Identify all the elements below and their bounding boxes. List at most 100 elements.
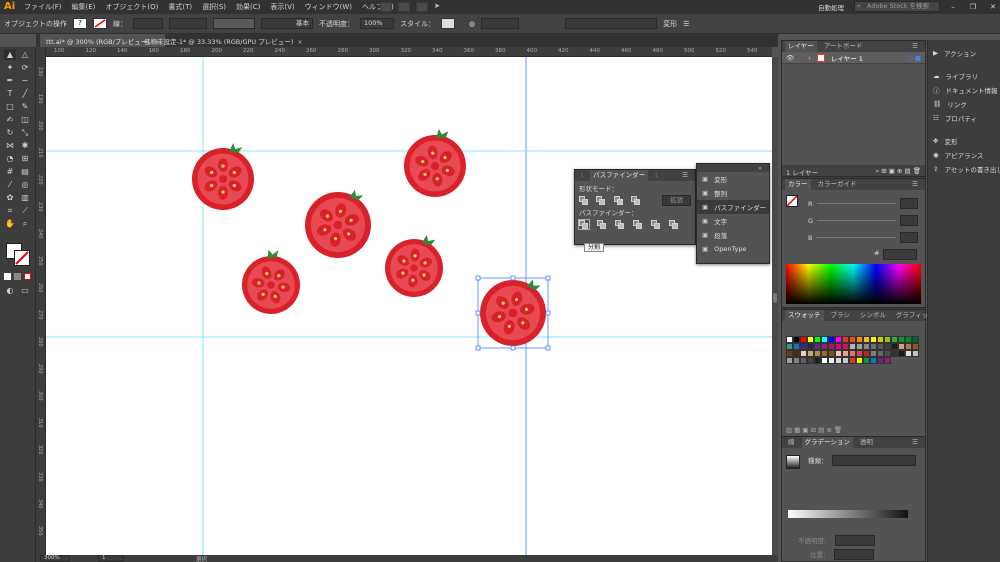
- panel-menu-icon[interactable]: ☰: [679, 170, 691, 181]
- collapse-icon[interactable]: »: [755, 164, 765, 172]
- swatch[interactable]: [884, 350, 891, 357]
- layer-name[interactable]: レイヤー 1: [831, 53, 863, 63]
- restore-icon[interactable]: ❐: [966, 3, 980, 11]
- swatch[interactable]: [800, 357, 807, 364]
- swatch[interactable]: [821, 350, 828, 357]
- stock-search-input[interactable]: ⌕ Adobe Stock を検索: [854, 1, 940, 12]
- horizontal-ruler[interactable]: 100 120 140 160 180 200 220 240 260 280 300 320 340 3…: [46, 47, 772, 57]
- tab-symbols[interactable]: シンボル: [857, 310, 889, 321]
- gradient-preview[interactable]: [786, 455, 800, 469]
- brush-field[interactable]: [213, 18, 255, 29]
- tab-align-icon[interactable]: ⁝: [652, 170, 660, 181]
- recolor-icon[interactable]: ◍: [469, 20, 475, 28]
- graph-tool-icon[interactable]: ▥: [19, 192, 31, 203]
- swatch[interactable]: [905, 343, 912, 350]
- selection-tool-icon[interactable]: ▲: [4, 49, 16, 60]
- stock-icon[interactable]: [398, 2, 410, 12]
- tab-transparency[interactable]: 透明: [857, 437, 876, 448]
- slider-b[interactable]: B: [808, 229, 918, 246]
- swatch[interactable]: [905, 350, 912, 357]
- shaper-tool-icon[interactable]: ✍: [4, 114, 16, 125]
- dock-item-appearance[interactable]: ◉ アピアランス: [928, 148, 1000, 161]
- style-swatch-button[interactable]: [441, 18, 455, 29]
- gradient-mode-button[interactable]: [14, 273, 21, 280]
- tab-swatches[interactable]: スウォッチ: [785, 310, 824, 321]
- menu-type[interactable]: 書式(T): [168, 2, 192, 12]
- dock-item-doc-info[interactable]: ⓘ ドキュメント情報: [928, 83, 1000, 96]
- tomato-slice[interactable]: [473, 268, 555, 353]
- dock-item-library[interactable]: ☁ ライブラリ: [928, 69, 1000, 82]
- dock-item-transform[interactable]: ✥ 変形: [928, 134, 1000, 147]
- swatch[interactable]: [870, 350, 877, 357]
- tab-gradient[interactable]: グラデーション: [801, 437, 853, 448]
- swatch[interactable]: [849, 343, 856, 350]
- swatch[interactable]: [793, 357, 800, 364]
- swatch[interactable]: [898, 350, 905, 357]
- panel-menu-icon[interactable]: ☰: [909, 437, 921, 448]
- swatch[interactable]: [814, 343, 821, 350]
- dock-item-export[interactable]: ⇪ アセットの書き出し: [928, 162, 1000, 175]
- trim-icon[interactable]: [597, 219, 607, 229]
- artboard-canvas[interactable]: [46, 57, 772, 555]
- swatch-footer-icons[interactable]: ▥ ▦ ▣ ⊟ ▤ ⊕ 🗑: [786, 426, 842, 434]
- channel-r-field[interactable]: [900, 198, 918, 209]
- close-tab-icon[interactable]: ×: [297, 38, 302, 46]
- direct-selection-tool-icon[interactable]: △: [19, 49, 31, 60]
- swatch[interactable]: [884, 336, 891, 343]
- tab-document-2[interactable]: 名称未設定-1* @ 33.33% (RGB/GPU プレビュー) ×: [138, 34, 309, 47]
- channel-g-field[interactable]: [900, 215, 918, 226]
- swatch[interactable]: [835, 357, 842, 364]
- stroke-color-button[interactable]: [93, 18, 107, 29]
- tomato-slice[interactable]: [192, 143, 254, 210]
- lasso-tool-icon[interactable]: ⟳: [19, 62, 31, 73]
- hand-tool-icon[interactable]: ✋: [4, 218, 16, 229]
- swatch[interactable]: [807, 336, 814, 343]
- swatch[interactable]: [912, 350, 919, 357]
- eraser-tool-icon[interactable]: ◫: [19, 114, 31, 125]
- eyedropper-tool-icon[interactable]: ⁄: [4, 179, 16, 190]
- swatch[interactable]: [793, 350, 800, 357]
- rotate-tool-icon[interactable]: ↻: [4, 127, 16, 138]
- flyout-item-paragraph[interactable]: ▣ 段落: [697, 228, 769, 242]
- swatch[interactable]: [891, 336, 898, 343]
- artboard-tool-icon[interactable]: ⌗: [4, 205, 16, 216]
- swatch[interactable]: [828, 343, 835, 350]
- swatch[interactable]: [842, 343, 849, 350]
- swatch[interactable]: [800, 350, 807, 357]
- hex-field[interactable]: [883, 249, 918, 260]
- selection-handle[interactable]: [545, 345, 551, 351]
- swatch[interactable]: [807, 350, 814, 357]
- swatch[interactable]: [842, 336, 849, 343]
- swatch[interactable]: [842, 350, 849, 357]
- curvature-tool-icon[interactable]: ∽: [19, 75, 31, 86]
- expand-layer-icon[interactable]: ›: [808, 54, 811, 62]
- tomato-slice[interactable]: [383, 232, 446, 300]
- swatch[interactable]: [786, 357, 793, 364]
- gradient-slider[interactable]: [788, 510, 908, 518]
- gradient-position-field[interactable]: [833, 549, 874, 560]
- unite-icon[interactable]: [579, 195, 588, 205]
- flyout-item-character[interactable]: ▣ 文字: [697, 214, 769, 228]
- tab-transform-icon[interactable]: ⁝: [578, 170, 586, 181]
- swatch[interactable]: [828, 336, 835, 343]
- dock-item-link[interactable]: ⛓ リンク: [928, 97, 1000, 110]
- swatch[interactable]: [807, 343, 814, 350]
- paintbrush-tool-icon[interactable]: ✎: [19, 101, 31, 112]
- swatch[interactable]: [877, 357, 884, 364]
- flyout-item-opentype[interactable]: ▣ OpenType: [697, 242, 769, 256]
- swatch[interactable]: [821, 343, 828, 350]
- flyout-item-pathfinder[interactable]: ▣ パスファインダー: [697, 200, 769, 214]
- minus-back-icon[interactable]: [669, 219, 679, 229]
- swatch[interactable]: [877, 336, 884, 343]
- artboard-number-field[interactable]: 1: [98, 555, 124, 562]
- layer-actions[interactable]: ⌕ ⊞ ▣ ⊕ ▤ 🗑: [876, 167, 921, 175]
- tab-pathfinder[interactable]: パスファインダー: [590, 170, 649, 181]
- swatch[interactable]: [821, 336, 828, 343]
- exclude-icon[interactable]: [631, 195, 641, 205]
- swatch[interactable]: [877, 350, 884, 357]
- menu-window[interactable]: ウィンドウ(W): [305, 2, 352, 12]
- menu-object[interactable]: オブジェクト(O): [105, 2, 158, 12]
- tomato-slice[interactable]: [300, 182, 377, 263]
- stroke-weight-field[interactable]: [133, 18, 163, 29]
- swatch[interactable]: [849, 350, 856, 357]
